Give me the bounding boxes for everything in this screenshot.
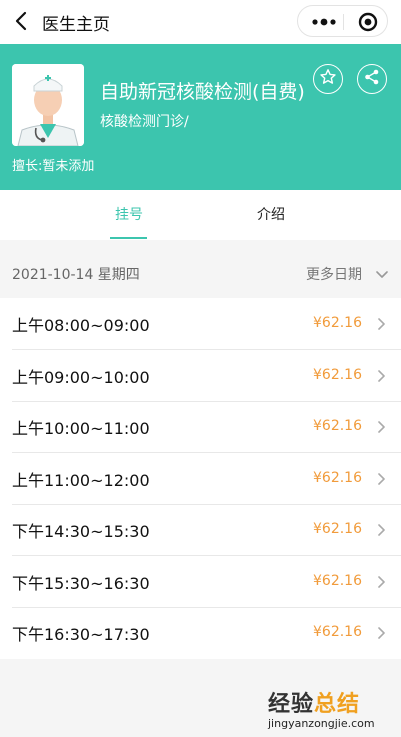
slot-time: 下午15:30~16:30 bbox=[12, 574, 150, 593]
tab-bar: 挂号 介绍 bbox=[0, 190, 401, 240]
chevron-right-icon bbox=[376, 368, 386, 382]
time-slot-row[interactable]: 上午11:00~12:00 ¥62.16 bbox=[0, 453, 401, 505]
back-icon[interactable] bbox=[8, 8, 34, 34]
close-miniprogram-icon[interactable] bbox=[358, 12, 378, 32]
slot-time: 上午09:00~10:00 bbox=[12, 368, 150, 387]
share-button[interactable] bbox=[357, 64, 387, 94]
page-title: 医生主页 bbox=[42, 15, 110, 35]
slot-price: ¥62.16 bbox=[313, 573, 362, 589]
time-slot-row[interactable]: 上午10:00~11:00 ¥62.16 bbox=[0, 401, 401, 453]
slot-time: 上午08:00~09:00 bbox=[12, 316, 150, 335]
share-icon bbox=[363, 68, 381, 90]
miniprogram-capsule bbox=[297, 5, 388, 37]
watermark-title: 经验总结 bbox=[268, 686, 396, 718]
slot-price: ¥62.16 bbox=[313, 367, 362, 383]
slot-time: 上午10:00~11:00 bbox=[12, 419, 150, 438]
tab-register[interactable]: 挂号 bbox=[115, 204, 143, 224]
watermark-url: jingyanzongjie.com bbox=[268, 717, 375, 730]
slot-price: ¥62.16 bbox=[313, 521, 362, 537]
time-slot-row[interactable]: 下午16:30~17:30 ¥62.16 bbox=[0, 607, 401, 659]
slot-price: ¥62.16 bbox=[313, 470, 362, 486]
schedule-date: 2021-10-14 星期四 bbox=[12, 267, 140, 283]
slot-time: 上午11:00~12:00 bbox=[12, 471, 150, 490]
slot-price: ¥62.16 bbox=[313, 418, 362, 434]
doctor-header: 自助新冠核酸检测(自费) 核酸检测门诊/ 擅长:暂未添加 bbox=[0, 44, 401, 190]
chevron-right-icon bbox=[376, 574, 386, 588]
chevron-right-icon bbox=[376, 471, 386, 485]
more-icon[interactable] bbox=[310, 14, 338, 28]
chevron-right-icon bbox=[376, 316, 386, 330]
watermark-title-a: 经验 bbox=[268, 692, 315, 717]
time-slot-row[interactable]: 上午08:00~09:00 ¥62.16 bbox=[0, 298, 401, 350]
more-dates-button[interactable]: 更多日期 bbox=[306, 264, 362, 284]
doctor-specialty: 擅长:暂未添加 bbox=[12, 159, 95, 174]
tab-introduction[interactable]: 介绍 bbox=[257, 204, 285, 224]
time-slot-row[interactable]: 上午09:00~10:00 ¥62.16 bbox=[0, 350, 401, 402]
star-icon bbox=[319, 68, 337, 90]
chevron-right-icon bbox=[376, 522, 386, 536]
slot-time: 下午14:30~15:30 bbox=[12, 522, 150, 541]
doctor-avatar bbox=[12, 64, 84, 146]
capsule-divider bbox=[343, 14, 344, 30]
active-tab-indicator bbox=[110, 237, 147, 239]
date-row: 2021-10-14 星期四 更多日期 bbox=[0, 248, 401, 298]
chevron-right-icon bbox=[376, 419, 386, 433]
doctor-name: 自助新冠核酸检测(自费) bbox=[100, 81, 305, 103]
chevron-down-icon[interactable] bbox=[375, 266, 389, 278]
doctor-department: 核酸检测门诊/ bbox=[100, 114, 189, 130]
slot-time: 下午16:30~17:30 bbox=[12, 625, 150, 644]
favorite-button[interactable] bbox=[313, 64, 343, 94]
watermark-title-b: 总结 bbox=[314, 692, 361, 717]
time-slot-row[interactable]: 下午15:30~16:30 ¥62.16 bbox=[0, 556, 401, 608]
chevron-right-icon bbox=[376, 625, 386, 639]
top-nav-bar: 医生主页 bbox=[0, 0, 401, 44]
time-slot-row[interactable]: 下午14:30~15:30 ¥62.16 bbox=[0, 504, 401, 556]
time-slot-list: 上午08:00~09:00 ¥62.16 上午09:00~10:00 ¥62.1… bbox=[0, 298, 401, 659]
watermark: 经验总结 jingyanzongjie.com bbox=[268, 686, 396, 730]
slot-price: ¥62.16 bbox=[313, 624, 362, 640]
slot-price: ¥62.16 bbox=[313, 315, 362, 331]
